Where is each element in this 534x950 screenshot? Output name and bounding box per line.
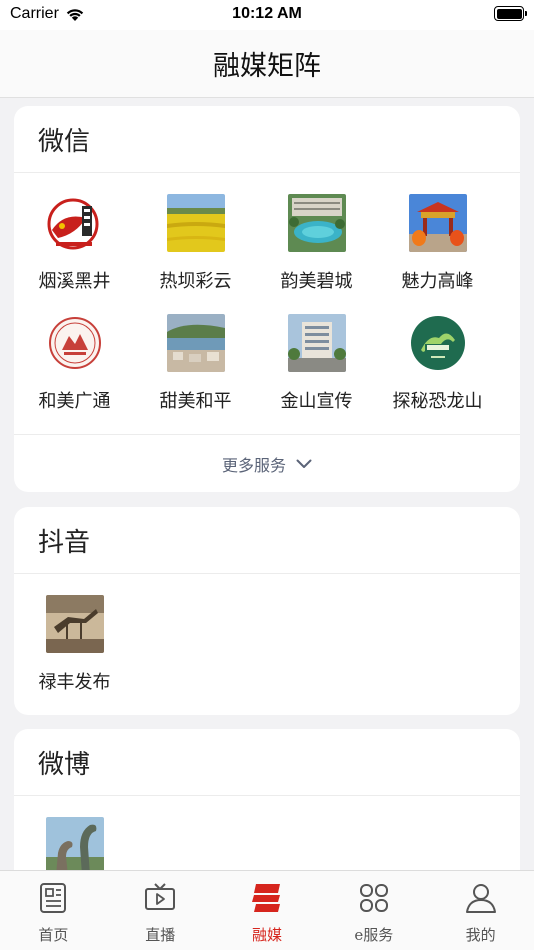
dinosaur-mountain-logo-icon — [408, 314, 467, 372]
account-label: 和美广通 — [38, 391, 111, 412]
content-scroll-area[interactable]: 微信 烟溪黑井 热坝彩云 韵美碧城 魅力高峰 和美广通 甜美和平 金山宣传 探秘… — [0, 98, 534, 870]
tab-label: 我的 — [465, 926, 496, 944]
weibo-section: 微博 — [14, 729, 520, 870]
battery-icon — [494, 6, 527, 21]
tab-e-services[interactable]: e服务 — [320, 871, 427, 950]
tab-bar: 首页 直播 融媒 e服务 我的 — [0, 870, 534, 950]
account-item[interactable]: 禄丰发布 — [14, 574, 135, 694]
account-item[interactable]: 金山宣传 — [256, 293, 377, 413]
tab-label: 首页 — [38, 926, 69, 944]
status-bar: Carrier 10:12 AM — [0, 0, 534, 30]
dinosaur-skeleton-photo-icon — [45, 595, 104, 653]
account-label: 金山宣传 — [280, 391, 353, 412]
account-item[interactable]: 探秘恐龙山 — [377, 293, 498, 413]
navigation-bar: 融媒矩阵 — [0, 30, 534, 98]
rapeseed-field-photo-icon — [166, 194, 225, 252]
tab-label: 融媒 — [251, 926, 282, 944]
account-label: 探秘恐龙山 — [392, 391, 483, 412]
account-item[interactable]: 韵美碧城 — [256, 173, 377, 293]
round-emblem-logo-icon — [45, 314, 104, 372]
douyin-section: 抖音 禄丰发布 — [14, 507, 520, 715]
account-label: 热坝彩云 — [159, 271, 232, 292]
lakeside-town-photo-icon — [166, 314, 225, 372]
account-label: 韵美碧城 — [280, 271, 353, 292]
more-services-label: 更多服务 — [221, 455, 286, 475]
festival-gate-photo-icon — [408, 194, 467, 252]
tab-home[interactable]: 首页 — [0, 871, 107, 950]
account-item[interactable]: 热坝彩云 — [135, 173, 256, 293]
more-services-button[interactable]: 更多服务 — [14, 434, 520, 492]
account-item[interactable] — [14, 796, 135, 870]
tab-label: 直播 — [145, 926, 176, 944]
tab-profile[interactable]: 我的 — [427, 871, 534, 950]
tv-icon — [145, 883, 176, 910]
account-label: 甜美和平 — [159, 391, 232, 412]
pool-resort-photo-icon — [287, 194, 346, 252]
account-label: 魅力高峰 — [401, 271, 474, 292]
account-item[interactable]: 甜美和平 — [135, 293, 256, 413]
red-seal-logo-icon — [45, 194, 104, 252]
news-icon — [40, 883, 67, 913]
account-label: 烟溪黑井 — [38, 271, 111, 292]
tab-media[interactable]: 融媒 — [214, 871, 321, 950]
media-logo-icon — [251, 884, 280, 912]
office-building-photo-icon — [287, 314, 346, 372]
section-title: 微博 — [14, 729, 520, 796]
person-icon — [465, 884, 496, 913]
tab-live[interactable]: 直播 — [107, 871, 214, 950]
status-time: 10:12 AM — [232, 5, 302, 22]
wechat-section: 微信 烟溪黑井 热坝彩云 韵美碧城 魅力高峰 和美广通 甜美和平 金山宣传 探秘… — [14, 106, 520, 492]
services-grid-icon — [359, 884, 388, 912]
tab-label: e服务 — [354, 926, 394, 944]
account-item[interactable]: 魅力高峰 — [377, 173, 498, 293]
dinosaur-statue-photo-icon — [45, 817, 104, 870]
section-title: 抖音 — [14, 507, 520, 574]
weibo-accounts-grid — [14, 796, 520, 870]
account-label: 禄丰发布 — [38, 672, 111, 693]
account-item[interactable]: 和美广通 — [14, 293, 135, 413]
douyin-accounts-grid: 禄丰发布 — [14, 574, 520, 715]
page-title: 融媒矩阵 — [213, 51, 321, 82]
section-title: 微信 — [14, 106, 520, 173]
chevron-down-icon — [296, 459, 312, 468]
wechat-accounts-grid: 烟溪黑井 热坝彩云 韵美碧城 魅力高峰 和美广通 甜美和平 金山宣传 探秘恐龙山 — [14, 173, 520, 435]
account-item[interactable]: 烟溪黑井 — [14, 173, 135, 293]
